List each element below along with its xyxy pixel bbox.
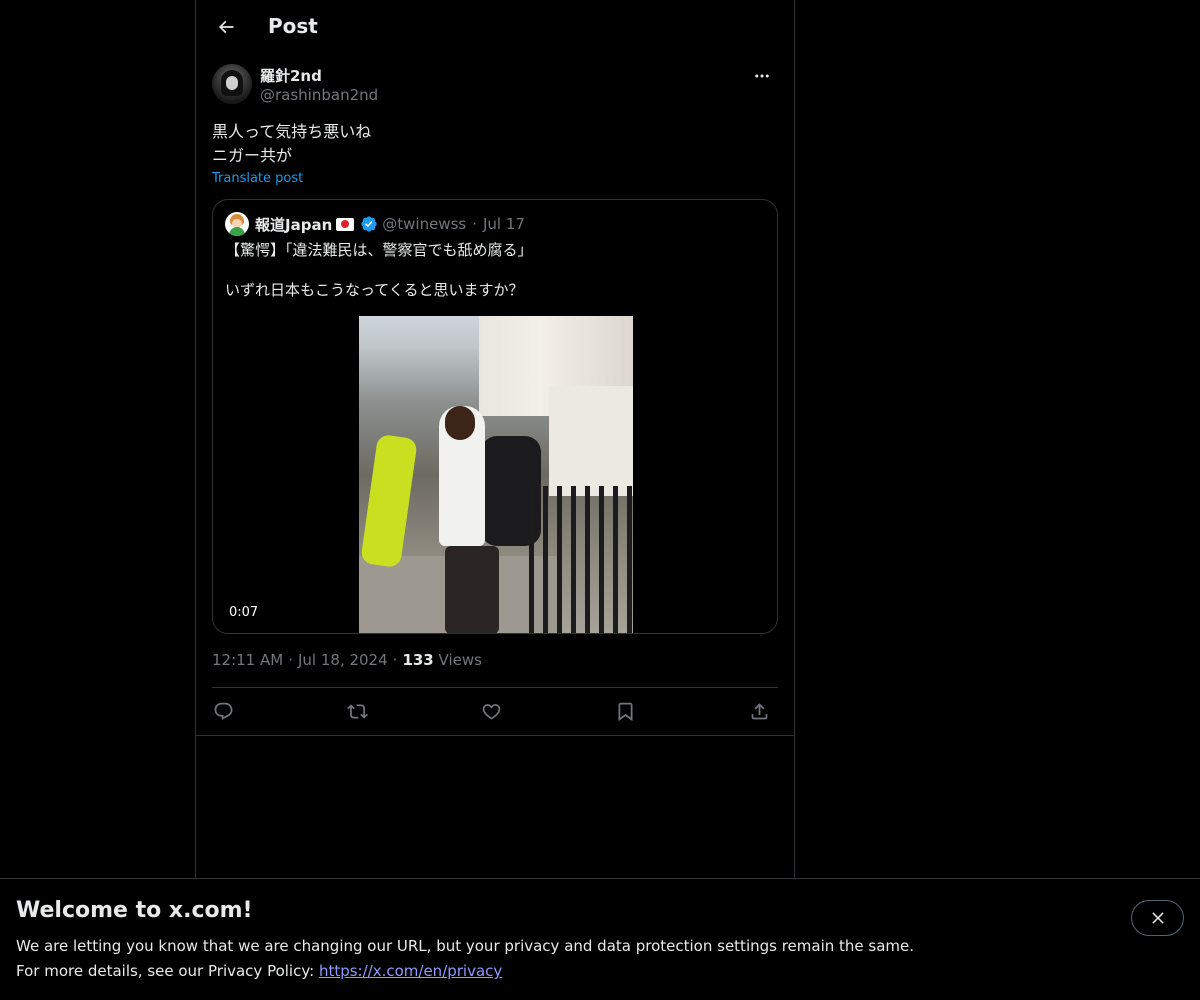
post-text-line: 黒人って気持ち悪いね — [212, 122, 372, 141]
banner-title: Welcome to x.com! — [16, 898, 253, 923]
close-banner-button[interactable] — [1131, 900, 1184, 936]
divider — [196, 735, 794, 736]
separator: · — [288, 651, 293, 669]
quote-header: 報道Japan @twinewss · Jul 17 — [225, 212, 525, 236]
back-button[interactable] — [208, 9, 244, 45]
quote-text-line: 【驚愕】「違法難民は、警察官でも舐め腐る」 — [225, 241, 533, 259]
quote-avatar — [225, 212, 249, 236]
author-handle[interactable]: @rashinban2nd — [260, 86, 378, 104]
quote-author-handle: @twinewss — [382, 215, 467, 233]
quote-date: Jul 17 — [482, 215, 525, 233]
bookmark-icon — [618, 702, 632, 721]
video-player[interactable] — [359, 316, 633, 633]
more-options-button[interactable] — [746, 64, 778, 88]
privacy-policy-link[interactable]: https://x.com/en/privacy — [319, 962, 502, 980]
banner-text: For more details, see our Privacy Policy… — [16, 962, 502, 980]
post-author: 羅針2nd @rashinban2nd — [212, 64, 778, 108]
video-duration: 0:07 — [225, 604, 263, 622]
like-button[interactable] — [476, 698, 506, 724]
bookmark-button[interactable] — [610, 698, 640, 724]
close-icon — [1151, 912, 1164, 924]
separator: · — [472, 215, 477, 233]
views-label: Views — [438, 651, 482, 669]
author-name[interactable]: 羅針2nd — [260, 65, 322, 86]
post-meta: 12:11 AM · Jul 18, 2024 · 133 Views — [212, 651, 482, 669]
separator: · — [392, 651, 398, 669]
quote-author-name: 報道Japan — [255, 215, 333, 234]
page-title: Post — [268, 14, 318, 38]
banner-text: We are letting you know that we are chan… — [16, 937, 915, 955]
japan-flag-icon — [336, 217, 355, 231]
heart-icon — [482, 703, 500, 720]
share-button[interactable] — [744, 698, 774, 724]
quote-text-line: いずれ日本もこうなってくると思いますか？ — [225, 281, 524, 299]
avatar[interactable] — [212, 64, 252, 104]
verified-badge-icon — [361, 216, 377, 232]
arrow-left-icon — [218, 20, 234, 34]
cookie-banner: Welcome to x.com! We are letting you kno… — [0, 878, 1200, 1000]
quote-media: 0:07 — [213, 316, 777, 633]
page-header: Post — [196, 0, 794, 54]
quoted-post[interactable]: 報道Japan @twinewss · Jul 17 【驚愕】「違法難民は、警察… — [212, 199, 778, 634]
post-date[interactable]: Jul 18, 2024 — [298, 651, 388, 669]
views-count: 133 — [402, 651, 434, 669]
translate-post-link[interactable]: Translate post — [212, 171, 303, 186]
post-time[interactable]: 12:11 AM — [212, 651, 283, 669]
main-column: Post 羅針2nd @rashinban2nd 黒人って気持ち悪いね ニガー共… — [195, 0, 795, 878]
share-icon — [751, 702, 767, 719]
reply-icon — [214, 702, 232, 720]
more-icon — [755, 74, 769, 78]
post-text-line: ニガー共が — [212, 146, 293, 165]
repost-icon — [346, 703, 368, 719]
reply-button[interactable] — [208, 698, 238, 724]
repost-button[interactable] — [342, 698, 372, 724]
banner-text-prefix: For more details, see our Privacy Policy… — [16, 962, 319, 980]
post-actions — [212, 688, 778, 734]
post-text: 黒人って気持ち悪いね ニガー共が — [212, 120, 371, 168]
